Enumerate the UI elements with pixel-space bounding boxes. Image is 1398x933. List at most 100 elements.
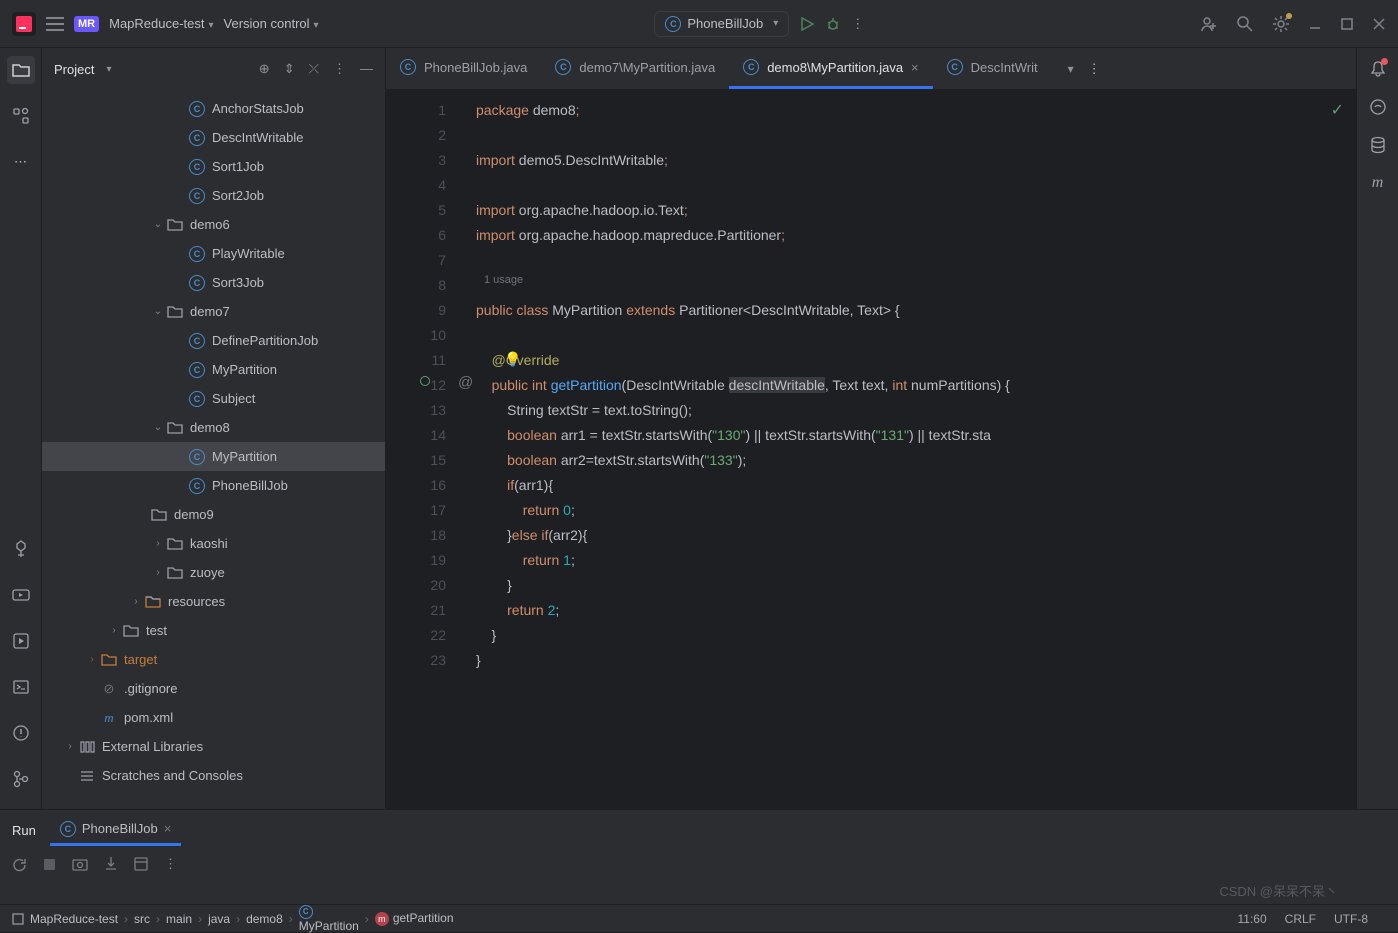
line-separator[interactable]: CRLF: [1285, 912, 1316, 926]
search-icon[interactable]: [1236, 15, 1254, 33]
breadcrumb-item[interactable]: java: [208, 912, 230, 926]
close-icon[interactable]: [1372, 17, 1386, 31]
tree-node[interactable]: CDescIntWritable: [42, 123, 385, 152]
maven-icon[interactable]: m: [1372, 174, 1384, 192]
tree-node[interactable]: ›test: [42, 616, 385, 645]
screenshot-icon[interactable]: [72, 857, 88, 871]
project-sidebar: Project ▾ ⊕ ⇕ ⤫ ⋮ — CAnchorStatsJobCDesc…: [42, 48, 386, 809]
tree-node[interactable]: CAnchorStatsJob: [42, 94, 385, 123]
run-config-selector[interactable]: C PhoneBillJob▾: [654, 11, 789, 37]
tree-node[interactable]: ⌄demo8: [42, 413, 385, 442]
tree-node[interactable]: CSubject: [42, 384, 385, 413]
editor-tabs: CPhoneBillJob.javaCdemo7\MyPartition.jav…: [386, 48, 1356, 90]
hide-sidebar-icon[interactable]: —: [360, 61, 373, 77]
build-tool-icon[interactable]: [7, 535, 35, 563]
tree-node[interactable]: CDefinePartitionJob: [42, 326, 385, 355]
tree-node[interactable]: mpom.xml: [42, 703, 385, 732]
tree-node[interactable]: CSort3Job: [42, 268, 385, 297]
tree-node[interactable]: Scratches and Consoles: [42, 761, 385, 790]
more-actions-icon[interactable]: ⋮: [851, 16, 864, 32]
editor-tab[interactable]: CDescIntWrit: [933, 48, 1052, 89]
project-view-selector[interactable]: ▾: [106, 64, 111, 75]
cursor-position[interactable]: 11:60: [1238, 912, 1267, 926]
stop-icon[interactable]: [43, 858, 56, 871]
tree-node[interactable]: ⌄demo6: [42, 210, 385, 239]
debug-button[interactable]: [825, 16, 841, 32]
rerun-icon[interactable]: [12, 857, 27, 872]
breadcrumb-item[interactable]: MapReduce-test: [30, 912, 118, 926]
git-tool-icon[interactable]: [7, 765, 35, 793]
services-tool-icon[interactable]: [7, 581, 35, 609]
tree-node[interactable]: ⊘.gitignore: [42, 674, 385, 703]
ai-assistant-icon[interactable]: [1369, 98, 1387, 116]
structure-tool-icon[interactable]: [7, 102, 35, 130]
run-more-icon[interactable]: ⋮: [164, 856, 177, 872]
tree-node[interactable]: CPlayWritable: [42, 239, 385, 268]
inspection-ok-icon[interactable]: ✓: [1331, 100, 1344, 120]
run-tool-window: Run C PhoneBillJob × ⋮: [0, 809, 1398, 904]
app-logo: [12, 12, 36, 36]
tool-window-bar-right: m: [1356, 48, 1398, 809]
problems-tool-icon[interactable]: [7, 719, 35, 747]
breadcrumb-item[interactable]: main: [166, 912, 192, 926]
editor-tab[interactable]: Cdemo7\MyPartition.java: [541, 48, 729, 89]
main-menu-icon[interactable]: [46, 17, 64, 31]
breadcrumb[interactable]: MapReduce-test›src›main›java›demo8›CMyPa…: [30, 905, 454, 933]
select-opened-file-icon[interactable]: ⊕: [259, 61, 270, 77]
run-tool-icon[interactable]: [7, 627, 35, 655]
version-control-menu[interactable]: Version control▾: [224, 16, 319, 31]
tree-node[interactable]: ›External Libraries: [42, 732, 385, 761]
tabs-dropdown-icon[interactable]: ▾: [1068, 62, 1074, 76]
run-button[interactable]: [799, 16, 815, 32]
close-tab-icon[interactable]: ×: [911, 60, 919, 75]
tree-node[interactable]: CMyPartition: [42, 355, 385, 384]
project-tool-icon[interactable]: [7, 56, 35, 84]
code-editor[interactable]: ✓ 12345678910111213141516171819202122231…: [386, 90, 1356, 809]
class-icon: C: [555, 59, 571, 75]
database-icon[interactable]: [1370, 136, 1386, 154]
maximize-icon[interactable]: [1340, 17, 1354, 31]
class-icon: C: [665, 16, 681, 32]
usage-hint[interactable]: 1 usage: [484, 274, 523, 286]
tree-node[interactable]: ⌄demo7: [42, 297, 385, 326]
run-panel-title: Run: [12, 823, 36, 838]
run-tab[interactable]: C PhoneBillJob ×: [50, 815, 181, 846]
tree-node[interactable]: ›resources: [42, 587, 385, 616]
export-icon[interactable]: [104, 856, 118, 872]
notifications-icon[interactable]: [1370, 60, 1386, 78]
class-icon: C: [60, 821, 76, 837]
project-badge: MR: [74, 16, 99, 32]
tree-node[interactable]: ›target: [42, 645, 385, 674]
code-content[interactable]: package demo8; import demo5.DescIntWrita…: [476, 90, 1356, 809]
override-gutter-icon[interactable]: @: [458, 374, 473, 391]
file-encoding[interactable]: UTF-8: [1334, 912, 1368, 926]
close-tab-icon[interactable]: ×: [164, 821, 172, 836]
breadcrumb-item[interactable]: mgetPartition: [375, 911, 454, 926]
project-tree[interactable]: CAnchorStatsJobCDescIntWritableCSort1Job…: [42, 90, 385, 809]
tree-node[interactable]: demo9: [42, 500, 385, 529]
tree-node[interactable]: ›zuoye: [42, 558, 385, 587]
editor-tab[interactable]: CPhoneBillJob.java: [386, 48, 541, 89]
collapse-all-icon[interactable]: ⤫: [309, 61, 319, 77]
project-name[interactable]: MapReduce-test▾: [109, 16, 213, 31]
tree-node[interactable]: CSort1Job: [42, 152, 385, 181]
tree-node[interactable]: ›kaoshi: [42, 529, 385, 558]
breadcrumb-item[interactable]: demo8: [246, 912, 283, 926]
code-with-me-icon[interactable]: [1200, 15, 1218, 33]
sidebar-settings-icon[interactable]: ⋮: [333, 61, 346, 77]
editor-tab[interactable]: Cdemo8\MyPartition.java×: [729, 48, 932, 89]
intention-bulb-icon[interactable]: 💡: [504, 351, 521, 368]
settings-icon[interactable]: [1272, 15, 1290, 33]
minimize-icon[interactable]: [1308, 17, 1322, 31]
tabs-more-icon[interactable]: ⋮: [1088, 61, 1101, 77]
breadcrumb-item[interactable]: src: [134, 912, 150, 926]
tree-node[interactable]: CPhoneBillJob: [42, 471, 385, 500]
expand-all-icon[interactable]: ⇕: [284, 61, 295, 77]
tree-node[interactable]: CSort2Job: [42, 181, 385, 210]
layout-icon[interactable]: [134, 857, 148, 871]
more-tools-icon[interactable]: ⋯: [7, 148, 35, 176]
breadcrumb-item[interactable]: CMyPartition: [299, 905, 359, 933]
vcs-gutter-icon[interactable]: [420, 376, 430, 386]
terminal-tool-icon[interactable]: [7, 673, 35, 701]
tree-node[interactable]: CMyPartition: [42, 442, 385, 471]
